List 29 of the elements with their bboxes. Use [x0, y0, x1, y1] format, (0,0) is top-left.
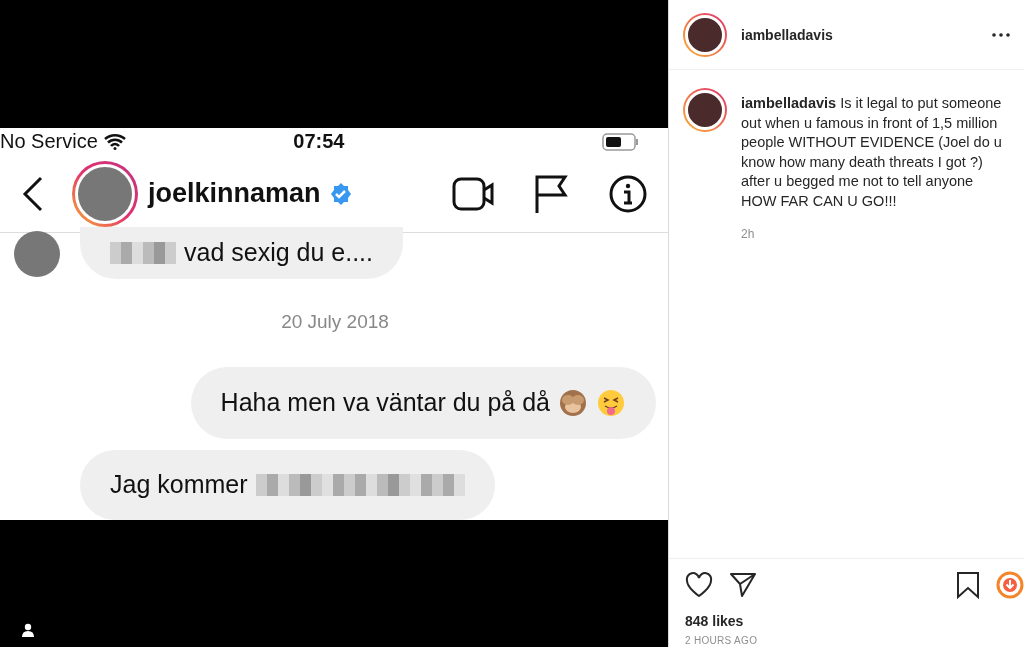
- share-button[interactable]: [729, 572, 757, 598]
- author-username[interactable]: iambelladavis: [741, 26, 833, 43]
- info-button[interactable]: [608, 173, 648, 214]
- clock-text: 07:54: [293, 130, 345, 154]
- post-date: 2 HOURS AGO: [685, 635, 759, 646]
- monkey-emoji-icon: [558, 387, 588, 418]
- post-time: 2h: [741, 227, 756, 241]
- author-avatar[interactable]: [683, 88, 727, 132]
- tagged-user-icon[interactable]: [21, 623, 35, 637]
- message-text: vad sexig du e....: [184, 238, 373, 267]
- download-button[interactable]: [996, 571, 1024, 599]
- tongue-face-icon: [596, 387, 626, 418]
- more-options-button[interactable]: [992, 32, 1010, 37]
- message-text: Haha men va väntar du på då: [220, 388, 550, 417]
- caption-author[interactable]: iambelladavis: [741, 95, 837, 111]
- carrier-text: No Service: [0, 130, 98, 154]
- date-divider: 20 July 2018: [280, 310, 390, 333]
- wifi-icon: [103, 133, 126, 151]
- like-button[interactable]: [685, 572, 713, 598]
- author-avatar[interactable]: [683, 12, 727, 57]
- flag-button[interactable]: [534, 173, 568, 214]
- message-text: Jag kommer: [110, 470, 248, 499]
- battery-icon: [602, 132, 640, 151]
- caption-text: iambelladavis Is it legal to put someone out when u famous in front of 1,5 million people WITHOUT EVIDENCE (Joel do u know how many death threats I got ?) after u begged me not to tell anyone HOW FAR CAN U GO!!!: [741, 94, 1003, 211]
- chat-username: joelkinnaman: [148, 178, 321, 210]
- video-call-button[interactable]: [452, 175, 494, 212]
- likes-count[interactable]: 848 likes: [685, 613, 1024, 629]
- save-button[interactable]: [956, 571, 980, 599]
- back-button[interactable]: [22, 175, 44, 212]
